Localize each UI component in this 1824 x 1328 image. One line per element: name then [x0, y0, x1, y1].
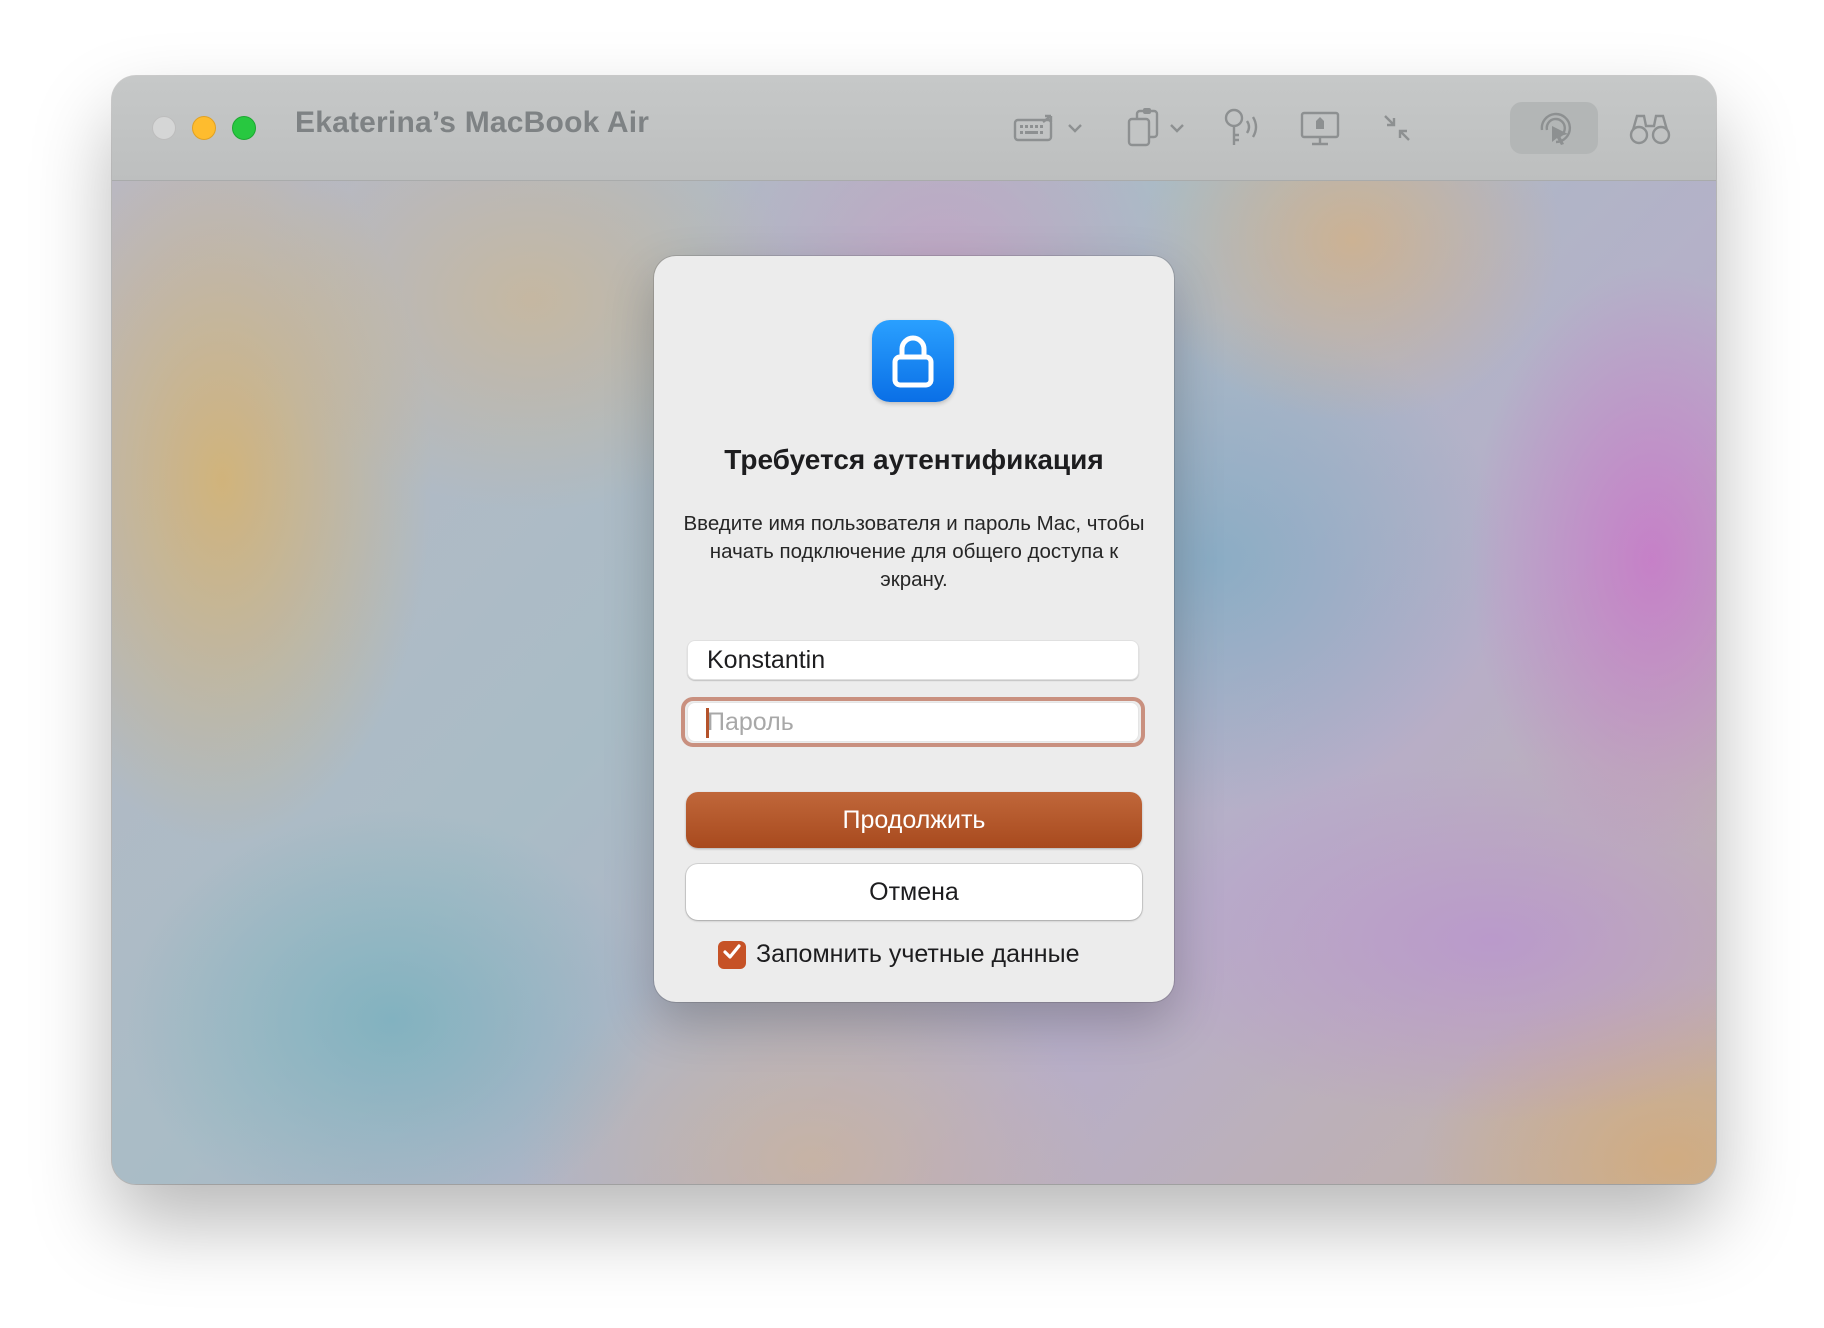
- remember-checkbox[interactable]: [718, 940, 746, 969]
- chevron-down-icon: [1169, 123, 1185, 133]
- display-button[interactable]: [1292, 102, 1348, 154]
- scale-icon: [1381, 112, 1413, 144]
- checkmark-icon: [722, 943, 742, 966]
- clipboard-button[interactable]: [1120, 102, 1190, 154]
- password-field[interactable]: [687, 702, 1139, 742]
- display-icon: [1299, 109, 1341, 147]
- authentication-dialog: Требуется аутентификация Введите имя пол…: [654, 256, 1174, 1002]
- username-field[interactable]: Konstantin: [687, 640, 1139, 680]
- text-caret: [706, 708, 709, 738]
- voice-control-icon: [1220, 107, 1264, 149]
- binoculars-button[interactable]: [1622, 102, 1678, 154]
- voice-control-button[interactable]: [1214, 102, 1270, 154]
- window-title: Ekaterina’s MacBook Air: [295, 106, 650, 139]
- dialog-message: Введите имя пользователя и пароль Mac, ч…: [683, 512, 1145, 591]
- binoculars-icon: [1628, 110, 1672, 146]
- zoom-button[interactable]: [232, 116, 256, 140]
- scale-button[interactable]: [1374, 102, 1420, 154]
- title-bar: Ekaterina’s MacBook Air: [112, 76, 1716, 181]
- clipboard-icon: [1125, 107, 1161, 149]
- remember-label: Запомнить учетные данные: [756, 940, 1080, 968]
- minimize-button[interactable]: [192, 116, 216, 140]
- remember-credentials-option[interactable]: Запомнить учетные данные: [718, 940, 1079, 969]
- keyboard-send-icon: [1013, 112, 1059, 144]
- keyboard-send-button[interactable]: [1010, 102, 1086, 154]
- cancel-button[interactable]: Отмена: [686, 864, 1142, 920]
- lock-icon: [872, 320, 954, 402]
- continue-button[interactable]: Продолжить: [686, 792, 1142, 848]
- pointer-share-button[interactable]: [1510, 102, 1598, 154]
- close-button[interactable]: [152, 116, 176, 140]
- pointer-share-icon: [1534, 108, 1574, 148]
- chevron-down-icon: [1067, 123, 1083, 133]
- dialog-title: Требуется аутентификация: [724, 444, 1104, 475]
